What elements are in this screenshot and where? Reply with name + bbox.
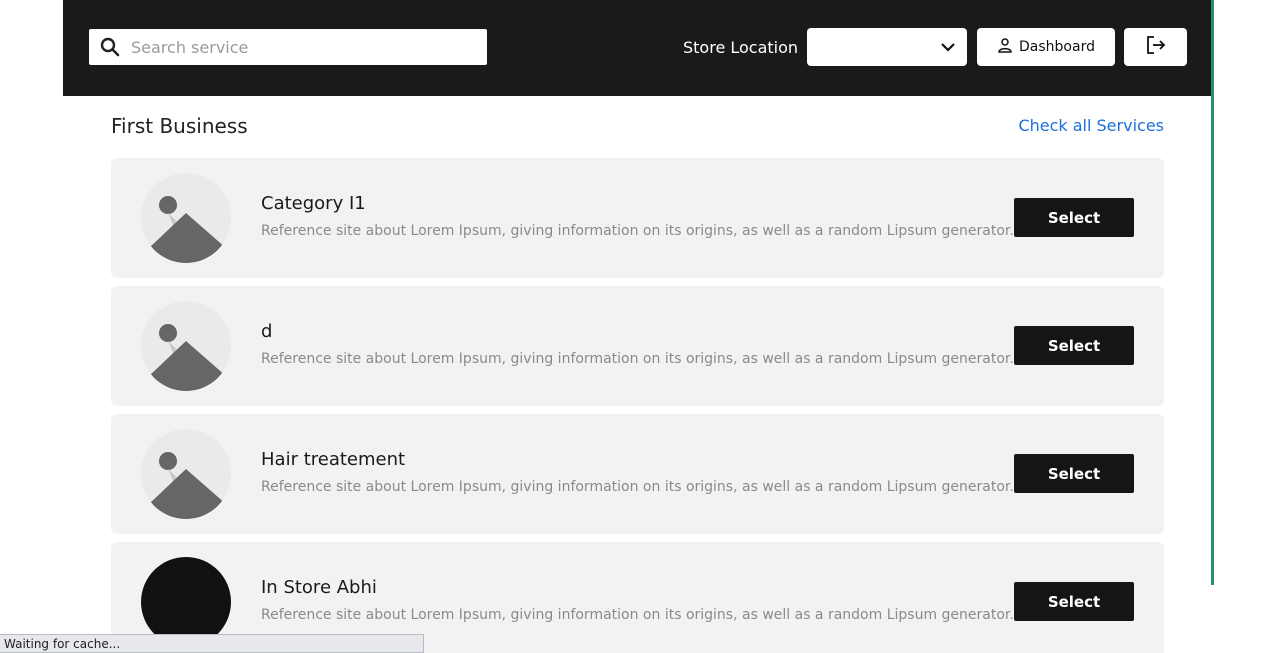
service-description: Reference site about Lorem Ipsum, giving… [261, 351, 1014, 367]
store-location-label: Store Location [683, 38, 799, 57]
services-list: Category I1 Reference site about Lorem I… [111, 158, 1164, 653]
chevron-down-icon [939, 38, 957, 56]
service-description: Reference site about Lorem Ipsum, giving… [261, 223, 1014, 239]
select-button[interactable]: Select [1014, 326, 1134, 365]
service-card: d Reference site about Lorem Ipsum, givi… [111, 286, 1164, 406]
placeholder-image-icon [141, 301, 231, 391]
select-button[interactable]: Select [1014, 198, 1134, 237]
placeholder-image-icon [141, 173, 231, 263]
logout-button[interactable] [1124, 28, 1187, 66]
service-description: Reference site about Lorem Ipsum, giving… [261, 607, 1014, 623]
section-title: First Business [111, 114, 248, 138]
browser-status-bar: Waiting for cache... [0, 634, 424, 653]
dashboard-label: Dashboard [1019, 39, 1095, 55]
service-card: Category I1 Reference site about Lorem I… [111, 158, 1164, 278]
placeholder-image-icon [141, 429, 231, 519]
search-icon [89, 29, 131, 65]
store-location-select[interactable] [807, 28, 967, 66]
dashboard-button[interactable]: Dashboard [977, 28, 1115, 66]
service-name: Category I1 [261, 193, 366, 214]
service-description: Reference site about Lorem Ipsum, giving… [261, 479, 1014, 495]
search-box[interactable] [89, 29, 487, 65]
select-button[interactable]: Select [1014, 582, 1134, 621]
check-all-services-link[interactable]: Check all Services [1018, 116, 1164, 135]
scroll-indicator [1211, 0, 1214, 585]
service-name: In Store Abhi [261, 577, 377, 598]
service-name: d [261, 321, 273, 342]
search-input[interactable] [131, 29, 487, 65]
select-button[interactable]: Select [1014, 454, 1134, 493]
logout-icon [1146, 35, 1166, 59]
page: Store Location Dashboard [0, 0, 1279, 653]
service-name: Hair treatement [261, 449, 406, 470]
user-icon [997, 37, 1013, 57]
top-header: Store Location Dashboard [63, 0, 1211, 96]
service-card: Hair treatement Reference site about Lor… [111, 414, 1164, 534]
